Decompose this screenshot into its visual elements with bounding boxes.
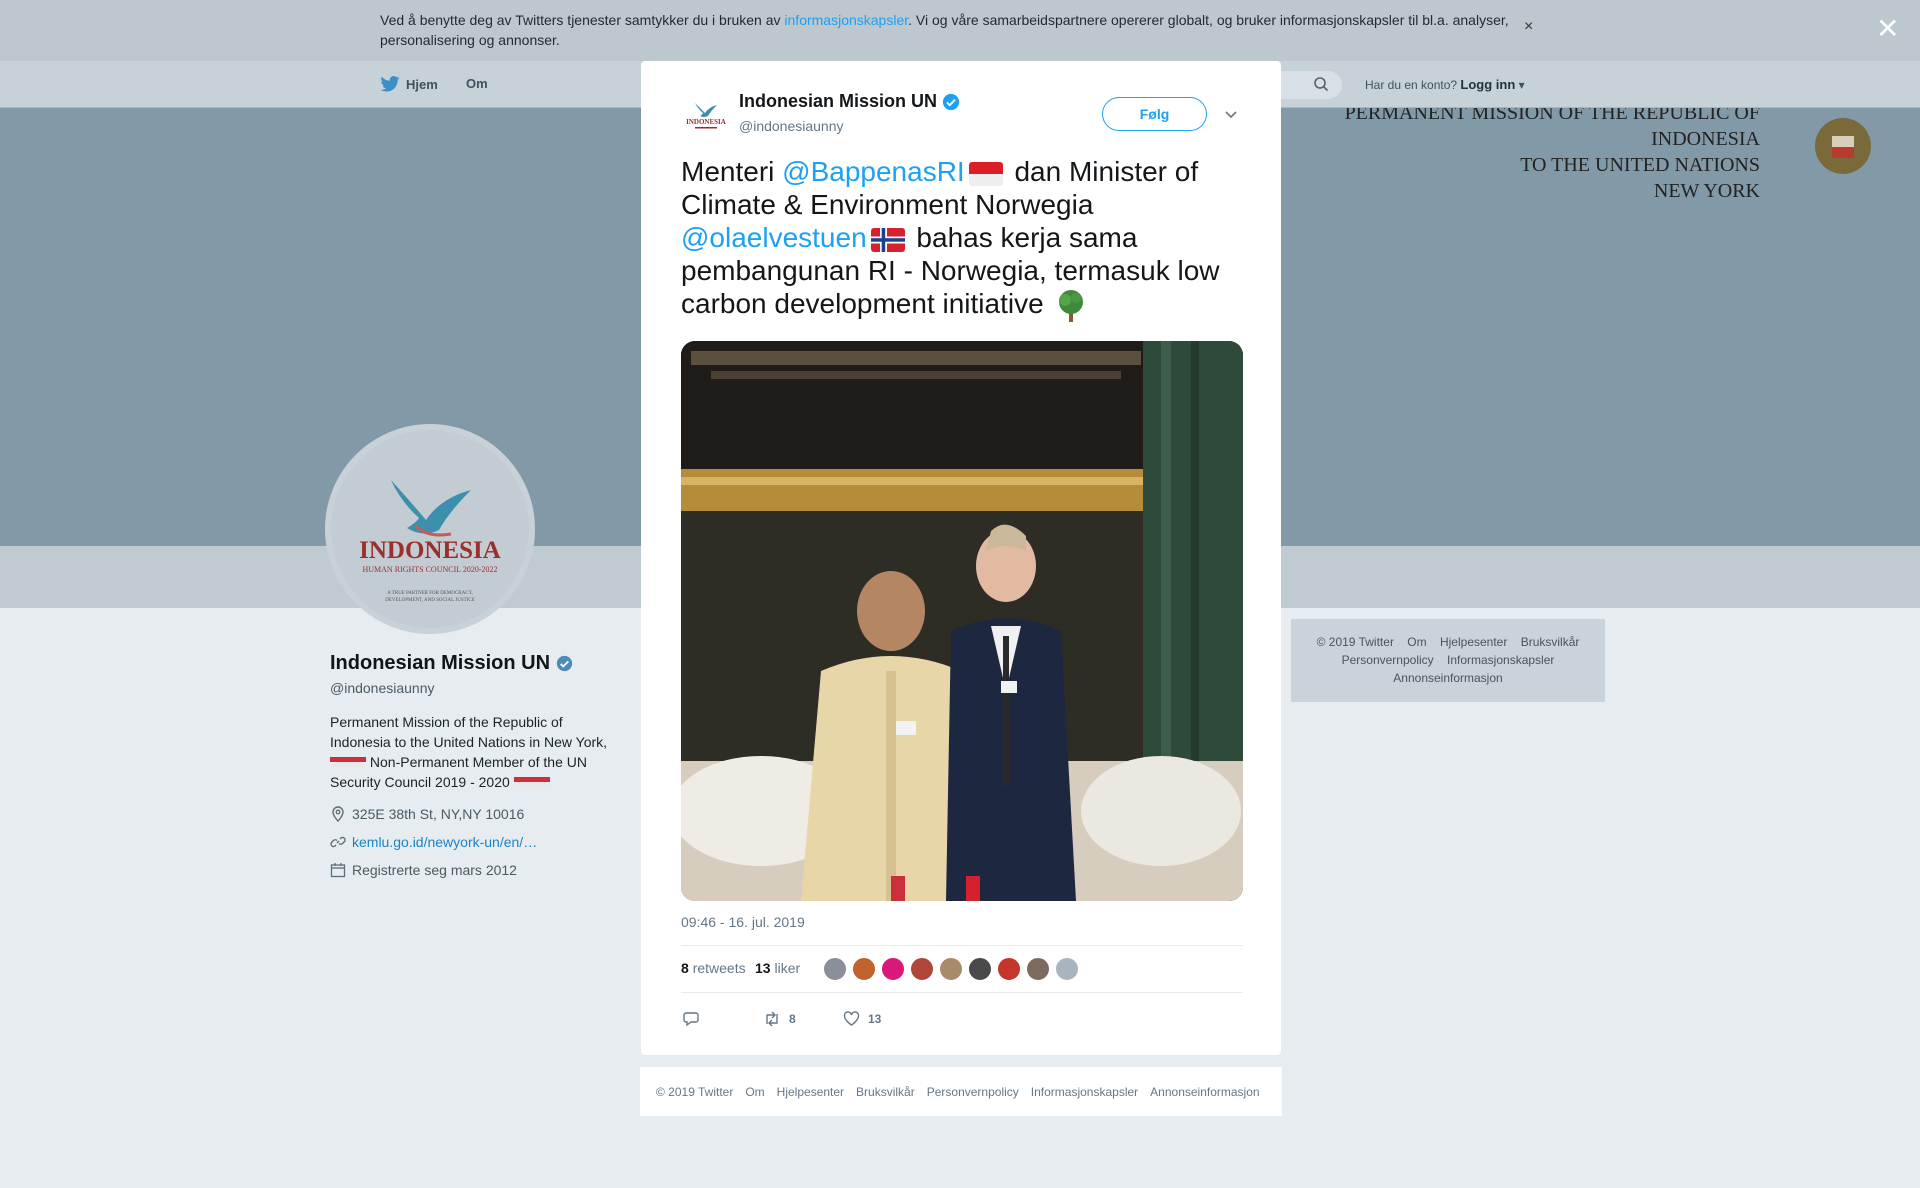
profile-handle[interactable]: @indonesiaunny bbox=[330, 680, 435, 696]
footer-link[interactable]: Bruksvilkår bbox=[856, 1085, 915, 1099]
side-footer: © 2019 Twitter Om Hjelpesenter Bruksvilk… bbox=[1291, 619, 1605, 702]
author-avatar[interactable]: INDONESIA bbox=[681, 91, 731, 141]
like-button[interactable]: 13 bbox=[843, 1011, 881, 1027]
profile-website[interactable]: kemlu.go.id/newyork-un/en/… bbox=[330, 834, 537, 850]
tweet-timestamp[interactable]: 09:46 - 16. jul. 2019 bbox=[681, 914, 805, 930]
profile-bio: Permanent Mission of the Republic of Ind… bbox=[330, 714, 608, 790]
author-handle[interactable]: @indonesiaunny bbox=[739, 118, 844, 134]
cookie-text: Ved å benytte deg av Twitters tjenester … bbox=[380, 12, 1509, 48]
indonesia-hrc-logo-icon: INDONESIA bbox=[681, 91, 731, 141]
profile-location: 325E 38th St, NY,NY 10016 bbox=[330, 806, 524, 822]
liker-avatar[interactable] bbox=[881, 957, 905, 981]
footer-link[interactable]: Informasjonskapsler bbox=[1447, 653, 1554, 667]
tweet-photo[interactable] bbox=[681, 341, 1243, 901]
svg-text:HUMAN RIGHTS COUNCIL 2020-2022: HUMAN RIGHTS COUNCIL 2020-2022 bbox=[362, 565, 497, 574]
liker-avatar[interactable] bbox=[1026, 957, 1050, 981]
svg-text:DEVELOPMENT, AND SOCIAL JUSTIC: DEVELOPMENT, AND SOCIAL JUSTICE bbox=[385, 598, 474, 603]
verified-badge-icon bbox=[942, 93, 960, 110]
side-footer-row: © 2019 Twitter Om Hjelpesenter Bruksvilk… bbox=[1316, 635, 1580, 649]
garuda-emblem-icon bbox=[1815, 118, 1871, 174]
chevron-down-icon: ▾ bbox=[1515, 78, 1525, 92]
indonesia-flag-icon bbox=[968, 161, 1003, 186]
calendar-icon bbox=[330, 863, 346, 878]
footer-link[interactable]: Personvernpolicy bbox=[1342, 653, 1434, 667]
retweet-icon bbox=[766, 1011, 778, 1027]
profile-name[interactable]: Indonesian Mission UN bbox=[330, 652, 573, 675]
search-icon[interactable] bbox=[1313, 76, 1329, 92]
heart-icon bbox=[843, 1011, 860, 1026]
svg-text:INDONESIA: INDONESIA bbox=[359, 537, 501, 564]
side-footer-row: Personvernpolicy Informasjonskapsler bbox=[1291, 651, 1605, 669]
indonesia-flag-icon bbox=[513, 777, 532, 787]
mention-link[interactable]: @BappenasRI bbox=[782, 156, 965, 187]
tweet-text: Menteri @BappenasRI dan Minister of Clim… bbox=[681, 155, 1241, 323]
cover-text: PERMANENT MISSION OF THE REPUBLIC OF IND… bbox=[1344, 108, 1760, 202]
chevron-down-icon[interactable] bbox=[1224, 109, 1238, 119]
nav-about[interactable]: Om bbox=[466, 76, 488, 91]
liker-avatar[interactable] bbox=[852, 957, 876, 981]
liker-avatar[interactable] bbox=[1055, 957, 1079, 981]
footer-link[interactable]: Bruksvilkår bbox=[1521, 635, 1580, 649]
liker-avatar[interactable] bbox=[968, 957, 992, 981]
footer-link[interactable]: Annonseinformasjon bbox=[1150, 1085, 1259, 1099]
verified-badge-icon bbox=[556, 655, 573, 672]
liker-avatars bbox=[823, 957, 1079, 981]
indonesia-hrc-logo-icon: INDONESIA HUMAN RIGHTS COUNCIL 2020-2022… bbox=[331, 430, 529, 628]
link-icon bbox=[330, 836, 346, 848]
tweet-actions: 8 13 bbox=[681, 1005, 1241, 1035]
liker-avatar[interactable] bbox=[939, 957, 963, 981]
liker-avatar[interactable] bbox=[823, 957, 847, 981]
close-modal-icon[interactable]: ✕ bbox=[1876, 12, 1899, 45]
twitter-bird-icon bbox=[380, 76, 400, 92]
footer-link[interactable]: Personvernpolicy bbox=[927, 1085, 1019, 1099]
indonesia-flag-icon bbox=[330, 757, 348, 767]
footer-link[interactable]: Annonseinformasjon bbox=[1393, 671, 1502, 685]
nav-home[interactable]: Hjem bbox=[380, 76, 438, 92]
follow-button[interactable]: Følg bbox=[1102, 97, 1207, 131]
cookie-banner: Ved å benytte deg av Twitters tjenester … bbox=[0, 0, 1920, 61]
indonesia-flag-icon bbox=[348, 757, 366, 767]
reply-button[interactable] bbox=[683, 1011, 699, 1027]
reply-icon bbox=[683, 1012, 699, 1027]
cookie-link[interactable]: informasjonskapsler bbox=[784, 12, 908, 28]
likes-stat[interactable]: 13 liker bbox=[755, 960, 800, 976]
tweet-photo-image bbox=[681, 341, 1243, 901]
svg-text:A TRUE PARTNER FOR DEMOCRACY,: A TRUE PARTNER FOR DEMOCRACY, bbox=[387, 591, 473, 596]
profile-avatar[interactable]: INDONESIA HUMAN RIGHTS COUNCIL 2020-2022… bbox=[325, 424, 535, 634]
login-link[interactable]: Logg inn bbox=[1460, 77, 1515, 92]
footer-link[interactable]: Om bbox=[1407, 635, 1426, 649]
retweets-stat[interactable]: 8 retweets bbox=[681, 960, 746, 976]
liker-avatar[interactable] bbox=[910, 957, 934, 981]
modal-footer: © 2019 Twitter Om Hjelpesenter Bruksvilk… bbox=[640, 1067, 1282, 1116]
liker-avatar[interactable] bbox=[997, 957, 1021, 981]
tweet-modal: INDONESIA Indonesian Mission UN @indones… bbox=[641, 61, 1281, 1055]
author-name[interactable]: Indonesian Mission UN bbox=[739, 91, 960, 112]
footer-link[interactable]: Om bbox=[745, 1085, 764, 1099]
profile-joined: Registrerte seg mars 2012 bbox=[330, 862, 517, 878]
mention-link[interactable]: @olaelvestuen bbox=[681, 222, 867, 253]
tweet-stats: 8 retweets 13 liker bbox=[681, 945, 1243, 993]
footer-link[interactable]: Informasjonskapsler bbox=[1031, 1085, 1138, 1099]
footer-link[interactable]: Hjelpesenter bbox=[1440, 635, 1507, 649]
retweet-button[interactable]: 8 bbox=[763, 1011, 796, 1027]
norway-flag-icon bbox=[870, 227, 905, 252]
location-pin-icon bbox=[332, 806, 344, 822]
account-prompt: Har du en konto? Logg inn ▾ bbox=[1365, 77, 1525, 92]
footer-link[interactable]: Hjelpesenter bbox=[777, 1085, 844, 1099]
svg-text:INDONESIA: INDONESIA bbox=[686, 118, 726, 126]
side-footer-row: Annonseinformasjon bbox=[1291, 669, 1605, 687]
cookie-close-button[interactable]: × bbox=[1524, 18, 1533, 36]
indonesia-flag-icon bbox=[531, 777, 550, 787]
tree-icon bbox=[1059, 289, 1084, 322]
